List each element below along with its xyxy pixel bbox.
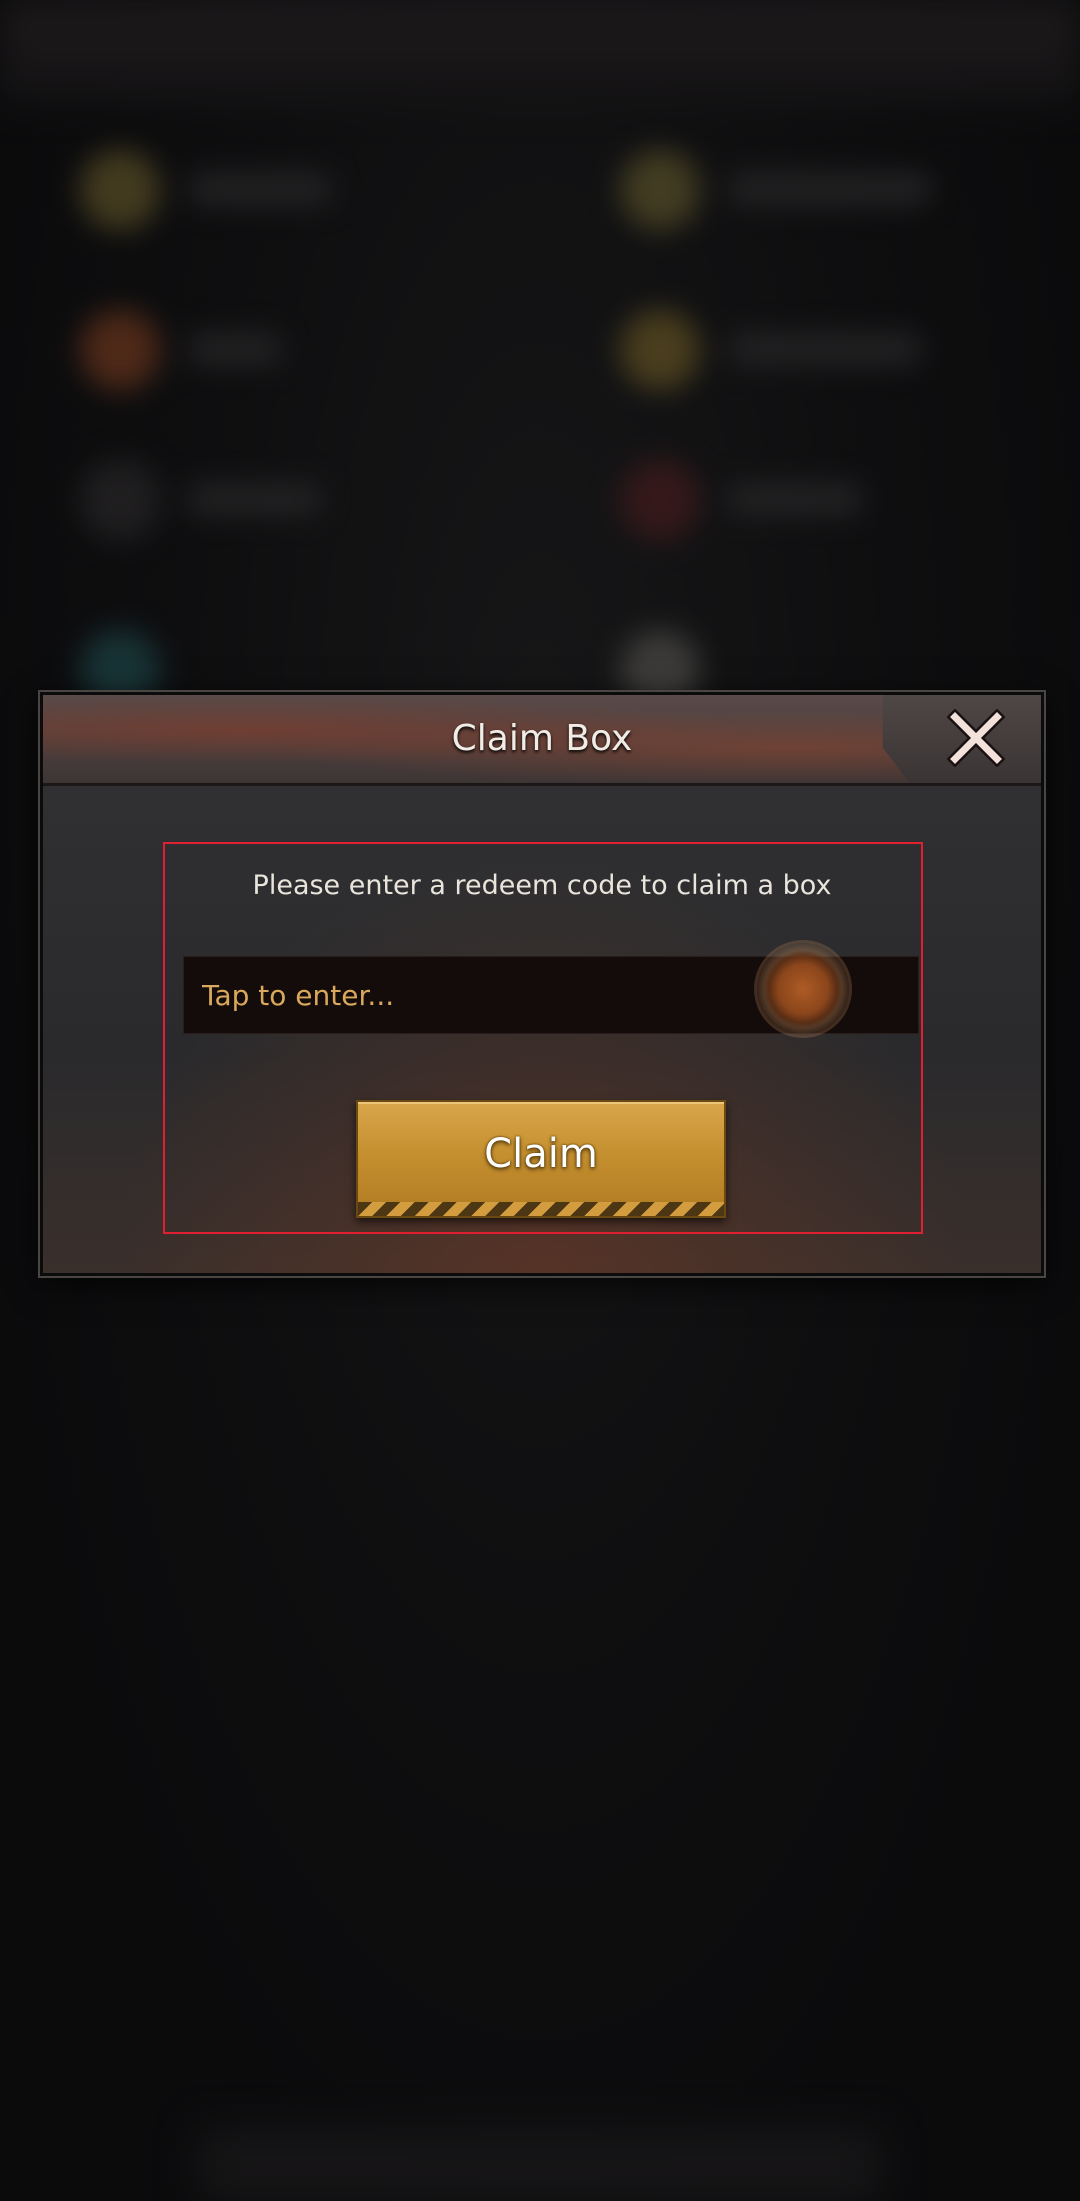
close-x-icon — [946, 708, 1006, 768]
redeem-code-field[interactable] — [183, 943, 919, 1035]
claim-button-label: Claim — [484, 1131, 598, 1177]
redeem-prompt: Please enter a redeem code to claim a bo… — [252, 870, 832, 901]
close-button[interactable] — [946, 708, 1006, 768]
hazard-stripes — [358, 1202, 724, 1216]
screen: Claim Box Please enter a redeem code to … — [0, 0, 1080, 2201]
touch-indicator — [757, 943, 849, 1035]
claim-button[interactable]: Claim — [356, 1100, 726, 1218]
